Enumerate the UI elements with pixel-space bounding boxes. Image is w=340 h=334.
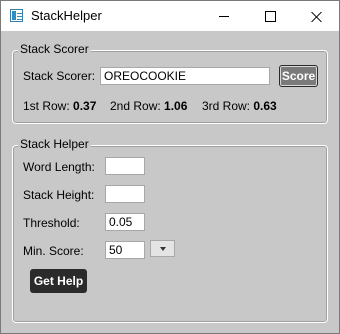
app-window: StackHelper Stack Scorer Stack Scorer: S… — [0, 0, 340, 334]
chevron-down-icon — [159, 246, 166, 251]
min-score-dropdown-button[interactable] — [150, 240, 175, 257]
stack-scorer-group-title: Stack Scorer — [18, 42, 91, 56]
second-row-stat: 2nd Row: 1.06 — [110, 99, 187, 113]
score-button[interactable]: Score — [279, 65, 318, 87]
word-length-input[interactable] — [105, 157, 145, 175]
threshold-label: Threshold: — [23, 216, 80, 230]
minimize-button[interactable] — [201, 1, 247, 31]
stack-helper-group-title: Stack Helper — [18, 137, 91, 151]
third-row-label: 3rd Row: — [202, 99, 251, 113]
third-row-value: 0.63 — [253, 99, 277, 113]
title-bar[interactable]: StackHelper — [1, 1, 339, 31]
first-row-value: 0.37 — [73, 99, 97, 113]
second-row-label: 2nd Row: — [110, 99, 161, 113]
close-icon — [311, 11, 322, 22]
get-help-button[interactable]: Get Help — [30, 269, 87, 293]
minimize-icon — [219, 15, 229, 17]
first-row-label: 1st Row: — [23, 99, 70, 113]
threshold-input[interactable] — [105, 213, 145, 231]
maximize-button[interactable] — [247, 1, 293, 31]
second-row-value: 1.06 — [164, 99, 188, 113]
close-button[interactable] — [293, 1, 339, 31]
word-length-label: Word Length: — [23, 160, 95, 174]
window-title: StackHelper — [31, 8, 102, 23]
min-score-label: Min. Score: — [23, 244, 84, 258]
stack-height-label: Stack Height: — [23, 188, 95, 202]
stack-scorer-input[interactable] — [100, 67, 270, 85]
app-icon — [10, 9, 23, 22]
min-score-input[interactable] — [105, 241, 145, 259]
first-row-stat: 1st Row: 0.37 — [23, 99, 96, 113]
stack-height-input[interactable] — [105, 185, 145, 203]
maximize-icon — [264, 10, 276, 22]
stack-scorer-label: Stack Scorer: — [23, 69, 96, 83]
third-row-stat: 3rd Row: 0.63 — [202, 99, 277, 113]
